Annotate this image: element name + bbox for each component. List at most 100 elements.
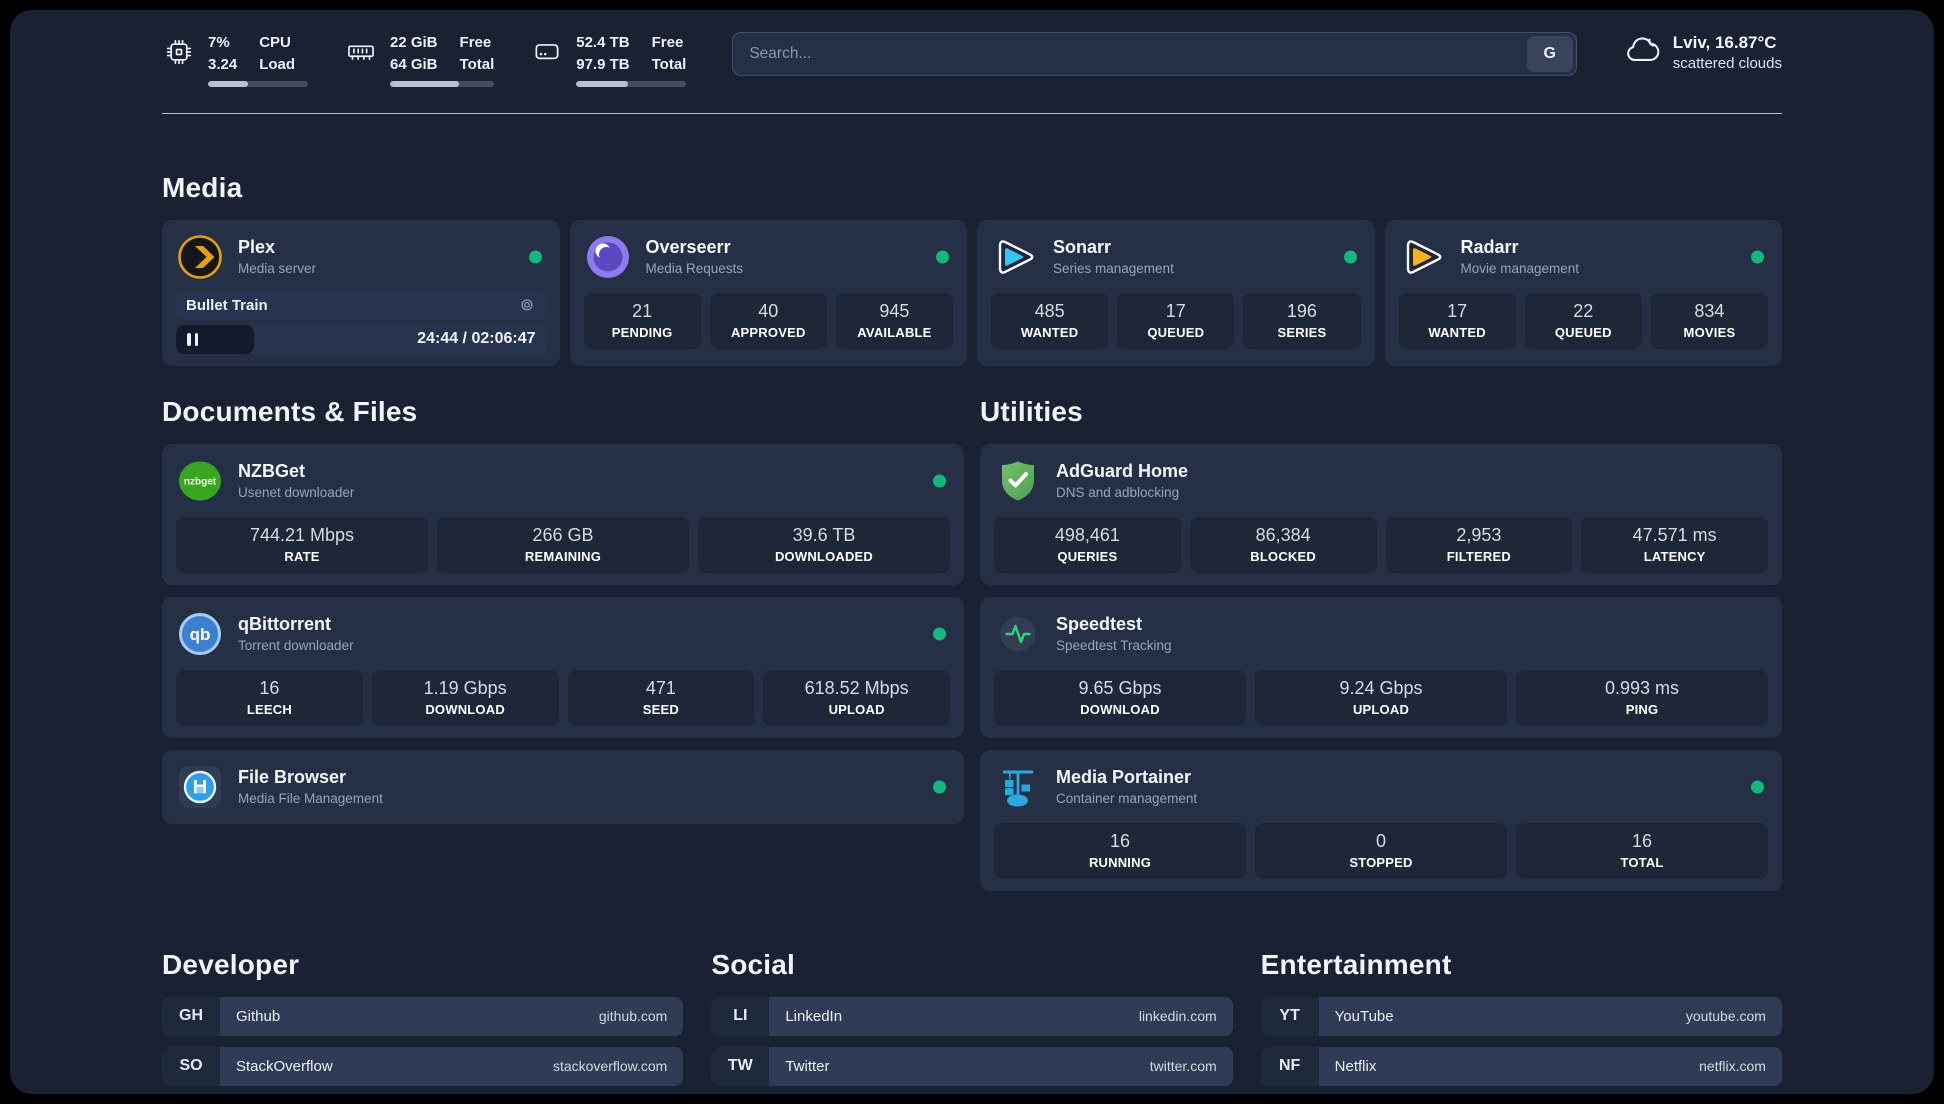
speedtest-icon: [1000, 616, 1036, 651]
portainer-icon: [1003, 770, 1033, 806]
bookmark-abbr: GH: [162, 996, 220, 1036]
bookmark-item-stackoverflow[interactable]: SO StackOverflow stackoverflow.com: [162, 1046, 684, 1086]
stat-label: PING: [1625, 701, 1659, 717]
status-indicator: [936, 250, 949, 263]
memory-free-label: Free: [459, 34, 492, 51]
pause-button[interactable]: [176, 324, 254, 354]
sonarr-icon: [998, 239, 1034, 274]
topbar-divider: [162, 112, 1782, 114]
ram-icon: [348, 45, 374, 60]
bookmark-url: netflix.com: [1699, 1058, 1766, 1074]
stat-box: 834 MOVIES: [1650, 292, 1769, 349]
bookmark-item-netflix[interactable]: NF Netflix netflix.com: [1260, 1046, 1782, 1086]
playback-time: 24:44 / 02:06:47: [417, 330, 536, 347]
stat-box: 39.6 TB DOWNLOADED: [698, 516, 950, 573]
section-documents: Documents & Files nzbget NZBGet Usenet d…: [162, 396, 964, 891]
stat-label: STOPPED: [1349, 854, 1413, 870]
cpu-usage-label: CPU: [259, 34, 291, 51]
bookmark-abbr: TW: [711, 1046, 770, 1086]
stat-box: 17 WANTED: [1398, 292, 1516, 349]
stat-label: QUEUED: [1554, 324, 1612, 340]
disk-icon: [535, 44, 559, 60]
section-title-social: Social: [711, 948, 796, 980]
stat-value: 47.571 ms: [1632, 524, 1717, 545]
section-title-entertainment: Entertainment: [1260, 948, 1452, 980]
stat-label: DOWNLOAD: [1080, 701, 1160, 717]
stat-value: 498,461: [1054, 524, 1120, 545]
bookmark-abbr: YT: [1260, 996, 1319, 1036]
cpu-load-label: Load: [259, 55, 296, 73]
weather-widget: Lviv, 16.87°C scattered clouds: [1623, 32, 1782, 72]
app-card-filebrowser[interactable]: File Browser Media File Management: [162, 749, 964, 824]
app-card-qbittorrent[interactable]: qb qBittorrent Torrent downloader 16 LEE…: [162, 596, 964, 738]
app-card-adguard[interactable]: AdGuard Home DNS and adblocking 498,461 …: [980, 443, 1782, 585]
stat-value: 16: [259, 677, 280, 698]
bookmark-item-github[interactable]: GH Github github.com: [162, 996, 684, 1036]
app-title: AdGuard Home: [1056, 461, 1189, 481]
qbittorrent-icon: qb: [179, 612, 221, 655]
app-card-nzbget[interactable]: nzbget NZBGet Usenet downloader 744.21 M…: [162, 443, 964, 585]
system-metrics: 7% 3.24 CPU Load 22 GiB 64 GiB Free Tota…: [162, 32, 687, 87]
stat-label: FILTERED: [1446, 548, 1511, 564]
app-title: Radarr: [1460, 237, 1519, 257]
bookmark-item-twitter[interactable]: TW Twitter twitter.com: [711, 1046, 1233, 1086]
now-playing-title: Bullet Train: [186, 296, 268, 314]
app-title: File Browser: [238, 767, 347, 787]
status-indicator: [1751, 780, 1764, 793]
app-subtitle: Movie management: [1460, 261, 1580, 276]
stat-box: 2,953 FILTERED: [1385, 516, 1573, 573]
stat-label: QUEUED: [1147, 324, 1205, 340]
memory-free-value: 22 GiB: [390, 34, 438, 51]
stat-label: AVAILABLE: [857, 324, 932, 340]
stat-box: 9.24 Gbps UPLOAD: [1255, 669, 1507, 726]
stat-label: PENDING: [611, 324, 673, 340]
bookmark-url: stackoverflow.com: [552, 1058, 668, 1074]
stat-label: LATENCY: [1643, 548, 1706, 564]
cpu-progress-bar: [208, 80, 308, 87]
stat-label: UPLOAD: [828, 701, 885, 717]
stat-value: 16: [1631, 830, 1653, 851]
app-card-portainer[interactable]: Media Portainer Container management 16 …: [980, 749, 1782, 891]
stat-box: 744.21 Mbps RATE: [176, 516, 428, 573]
app-subtitle: Series management: [1053, 261, 1174, 276]
status-indicator: [1343, 250, 1357, 263]
search-engine-button[interactable]: G: [1526, 36, 1573, 72]
app-title: Sonarr: [1053, 237, 1112, 257]
status-indicator: [528, 250, 542, 263]
app-card-sonarr[interactable]: Sonarr Series management 485 WANTED 17 Q…: [977, 219, 1375, 366]
app-card-plex[interactable]: Plex Media server Bullet Train 24:44 / 0…: [162, 219, 560, 366]
stat-label: WANTED: [1428, 324, 1486, 340]
qbittorrent-logo-text: qb: [190, 625, 211, 644]
app-card-speedtest[interactable]: Speedtest Speedtest Tracking 9.65 Gbps D…: [980, 596, 1782, 738]
app-card-overseerr[interactable]: Overseerr Media Requests 21 PENDING 40 A…: [569, 219, 967, 366]
bookmark-name: LinkedIn: [785, 1007, 843, 1025]
bookmark-item-youtube[interactable]: YT YouTube youtube.com: [1260, 996, 1782, 1036]
app-card-radarr[interactable]: Radarr Movie management 17 WANTED 22 QUE…: [1384, 219, 1782, 366]
search-input[interactable]: [732, 32, 1577, 76]
bookmark-item-linkedin[interactable]: LI LinkedIn linkedin.com: [711, 996, 1233, 1036]
app-title: Media Portainer: [1056, 767, 1192, 787]
disk-total-label: Total: [651, 55, 687, 73]
nzbget-icon: nzbget: [179, 461, 221, 500]
stat-box: 21 PENDING: [583, 292, 701, 349]
stat-label: QUERIES: [1057, 548, 1118, 564]
memory-metric: 22 GiB 64 GiB Free Total: [344, 32, 495, 87]
bookmark-group-social: Social LI LinkedIn linkedin.com TW Twitt…: [711, 948, 1233, 1095]
settings-gear-icon[interactable]: [518, 296, 536, 314]
stat-label: RATE: [284, 548, 320, 564]
stat-value: 0.993 ms: [1604, 677, 1680, 698]
adguard-icon: [1002, 461, 1034, 501]
app-subtitle: Torrent downloader: [238, 638, 354, 653]
nzbget-logo-text: nzbget: [184, 476, 217, 487]
app-subtitle: DNS and adblocking: [1056, 485, 1180, 500]
app-title: Overseerr: [645, 237, 731, 257]
memory-total-value: 64 GiB: [390, 55, 438, 73]
stat-value: 21: [632, 300, 653, 321]
status-indicator: [933, 780, 946, 793]
disk-free-value: 52.4 TB: [576, 34, 630, 51]
stat-box: 16 RUNNING: [994, 822, 1246, 879]
disk-metric: 52.4 TB 97.9 TB Free Total: [530, 32, 687, 87]
app-subtitle: Media Requests: [645, 261, 744, 276]
stat-label: UPLOAD: [1352, 701, 1410, 717]
search-bar: G: [732, 32, 1577, 76]
